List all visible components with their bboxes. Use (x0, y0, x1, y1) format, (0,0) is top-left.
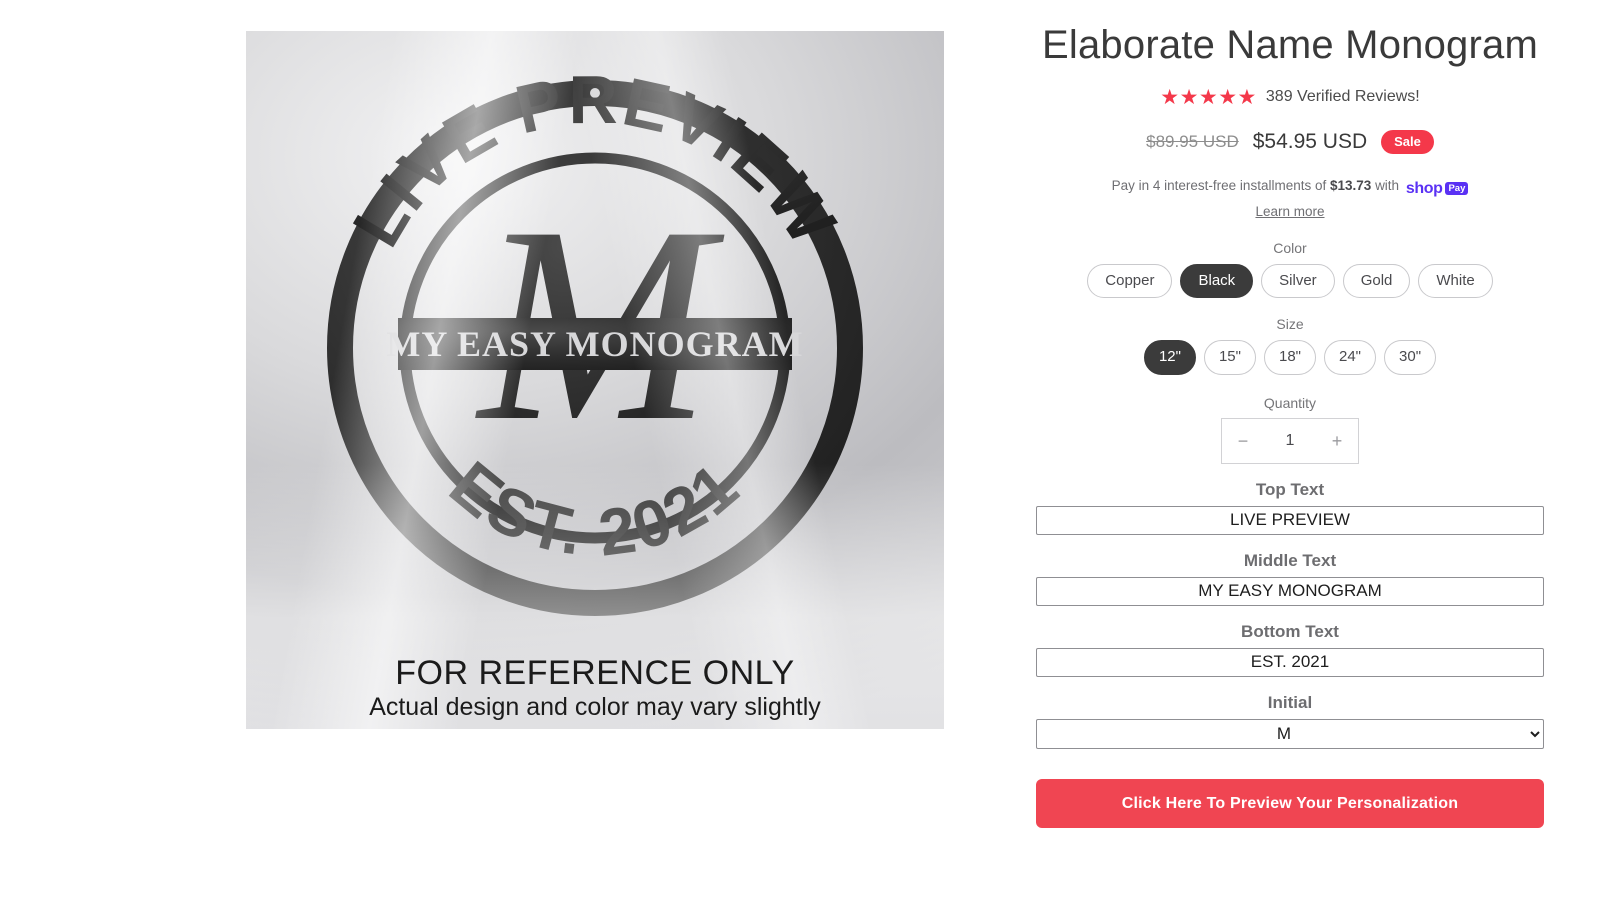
installments-suffix: with (1375, 177, 1400, 193)
status-badge: Sale (1381, 129, 1434, 154)
image-disclaimer: FOR REFERENCE ONLY Actual design and col… (246, 654, 944, 723)
quantity-legend: Quantity (1263, 394, 1317, 411)
installments-prefix: Pay in 4 interest-free installments of (1111, 177, 1327, 193)
minus-icon[interactable]: − (1222, 419, 1264, 463)
shop-pay-tag: Pay (1445, 181, 1469, 196)
color-legend: Color (1273, 239, 1307, 256)
quantity-value[interactable]: 1 (1264, 432, 1316, 450)
size-option-24[interactable]: 24" (1324, 340, 1377, 375)
current-price: $54.95 USD (1252, 129, 1368, 153)
installments-amount: $13.73 (1330, 177, 1372, 193)
quantity-stepper: − 1 + (1221, 417, 1359, 464)
top-text-input[interactable] (1036, 505, 1544, 535)
size-option-30[interactable]: 30" (1384, 340, 1437, 375)
product-image[interactable]: LIVE PREVIEW EST. 2021 M MY EASY MONOGRA… (246, 31, 944, 729)
preview-personalization-button[interactable]: Click Here To Preview Your Personalizati… (1036, 778, 1544, 829)
page-title: Elaborate Name Monogram (1042, 23, 1538, 67)
color-swatch-row: Copper Black Silver Gold White (1036, 263, 1544, 299)
product-media-column: LIVE PREVIEW EST. 2021 M MY EASY MONOGRA… (0, 0, 980, 900)
size-option-18[interactable]: 18" (1263, 340, 1316, 375)
middle-text-group: Middle Text (1036, 551, 1544, 606)
top-text-label: Top Text (1255, 479, 1325, 499)
rating-row[interactable]: ★★★★★ 389 Verified Reviews! (1036, 87, 1544, 108)
monogram-sign-graphic: LIVE PREVIEW EST. 2021 M MY EASY MONOGRA… (327, 62, 863, 616)
product-page: LIVE PREVIEW EST. 2021 M MY EASY MONOGRA… (0, 0, 1600, 900)
initial-label: Initial (1267, 692, 1313, 712)
shop-pay-logo: shop Pay (1406, 177, 1469, 200)
disclaimer-main-text: FOR REFERENCE ONLY (395, 654, 795, 693)
installments-notice: Pay in 4 interest-free installments of $… (1036, 176, 1544, 222)
star-icon: ★★★★★ (1160, 85, 1257, 109)
color-option-group: Color Copper Black Silver Gold White (1036, 240, 1544, 299)
bottom-text-input[interactable] (1036, 647, 1544, 677)
shop-pay-wordmark: shop (1405, 179, 1443, 197)
price-row: $89.95 USD $54.95 USD Sale (1036, 129, 1544, 154)
color-option-black[interactable]: Black (1180, 263, 1254, 299)
color-option-silver[interactable]: Silver (1261, 263, 1335, 299)
color-option-gold[interactable]: Gold (1342, 263, 1411, 299)
svg-text:MY EASY MONOGRAM: MY EASY MONOGRAM (386, 324, 803, 364)
learn-more-link[interactable]: Learn more (1255, 202, 1324, 222)
size-swatch-row: 12" 15" 18" 24" 30" (1036, 340, 1544, 375)
color-option-white[interactable]: White (1418, 263, 1493, 299)
review-count-label: 389 Verified Reviews! (1265, 88, 1420, 106)
product-form-column: Elaborate Name Monogram ★★★★★ 389 Verifi… (980, 0, 1600, 900)
initial-group: Initial ABCDEFGHIJKLMNOPQRSTUVWXYZ (1036, 693, 1544, 749)
top-text-group: Top Text (1036, 480, 1544, 535)
size-option-group: Size 12" 15" 18" 24" 30" (1036, 316, 1544, 375)
compare-at-price: $89.95 USD (1146, 131, 1239, 151)
size-option-15[interactable]: 15" (1203, 340, 1256, 375)
color-option-copper[interactable]: Copper (1087, 263, 1173, 299)
plus-icon[interactable]: + (1316, 419, 1358, 463)
bottom-text-group: Bottom Text (1036, 622, 1544, 677)
size-option-12[interactable]: 12" (1143, 340, 1196, 375)
middle-text-label: Middle Text (1243, 550, 1337, 570)
middle-text-input[interactable] (1036, 576, 1544, 606)
bottom-text-label: Bottom Text (1241, 621, 1339, 641)
initial-select[interactable]: ABCDEFGHIJKLMNOPQRSTUVWXYZ (1036, 718, 1544, 749)
disclaimer-sub-text: Actual design and color may vary slightl… (369, 692, 821, 721)
size-legend: Size (1276, 316, 1304, 333)
